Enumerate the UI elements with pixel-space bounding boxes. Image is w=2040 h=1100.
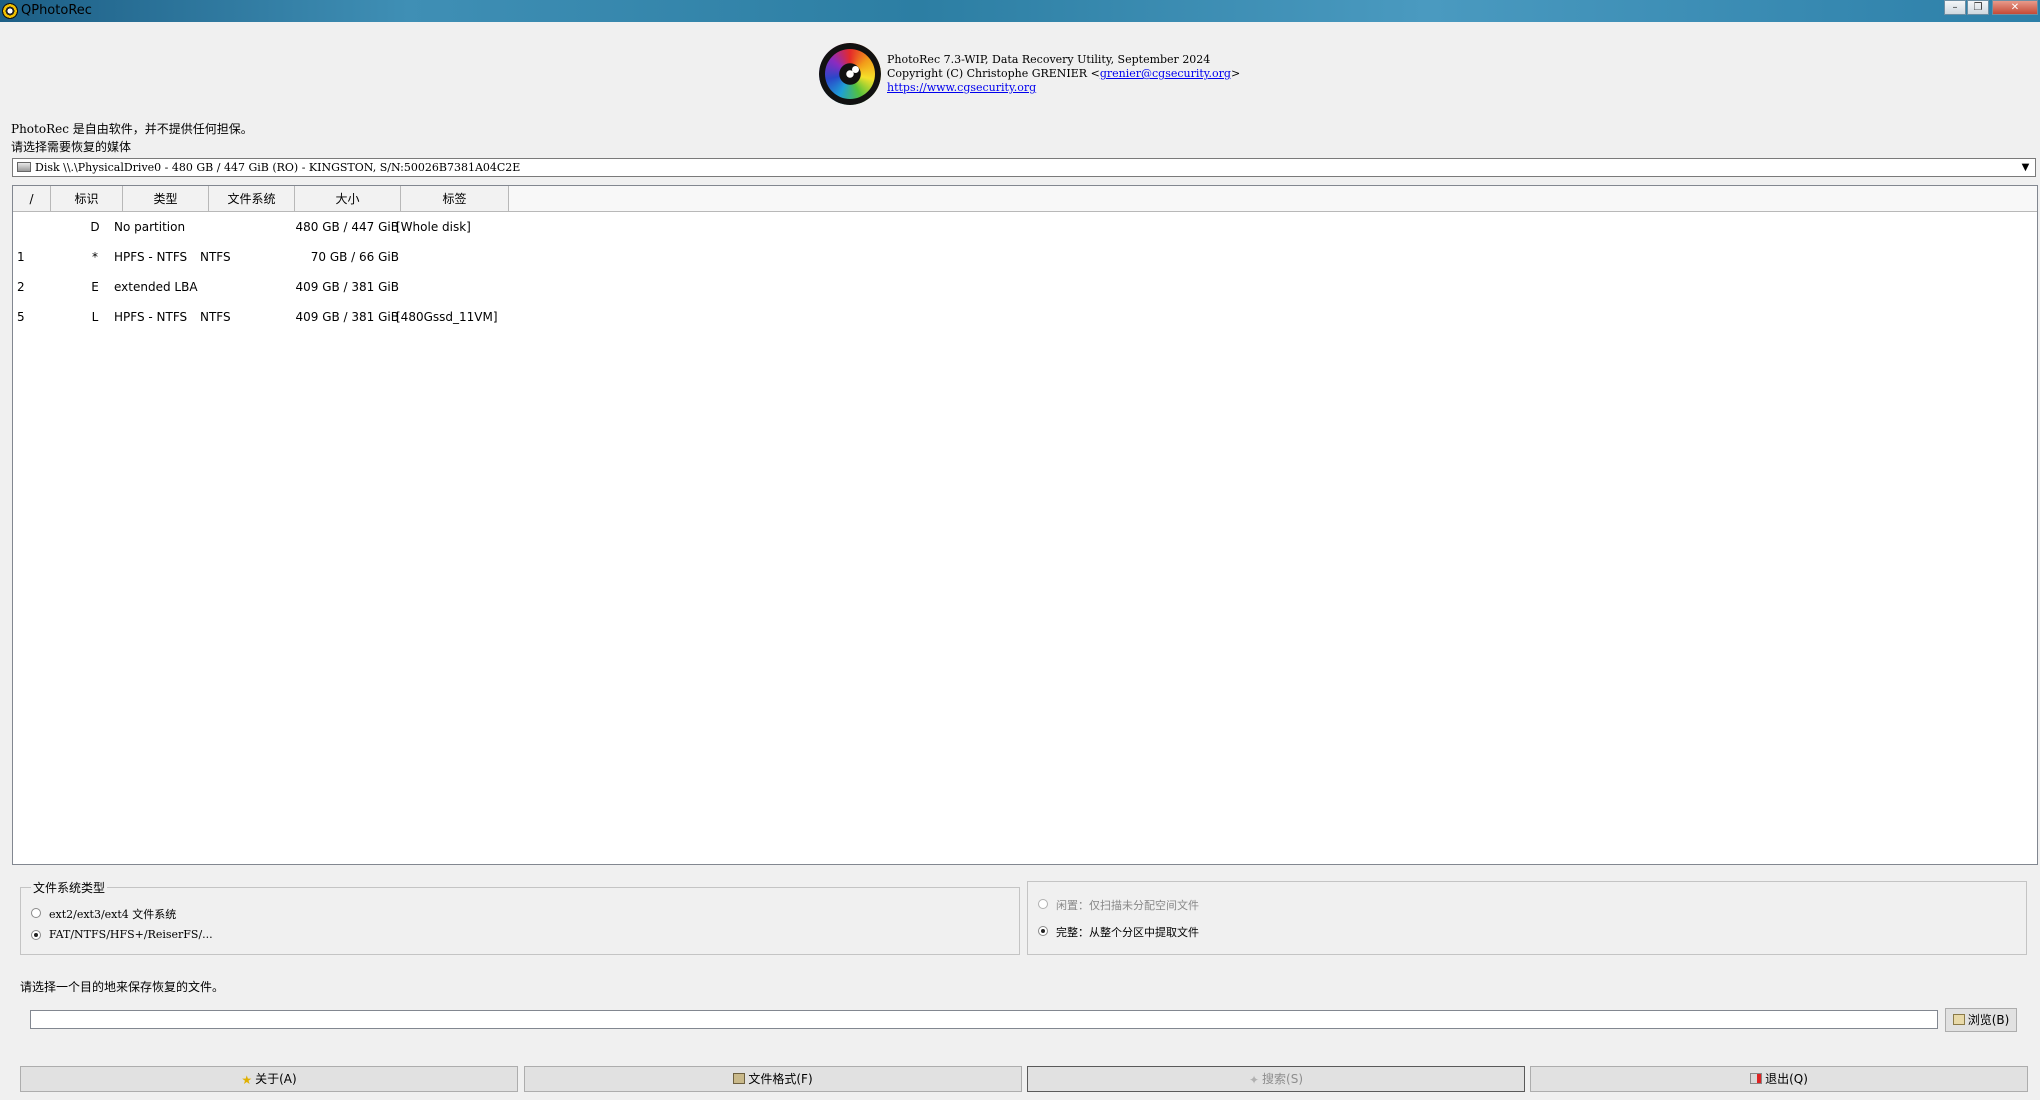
logo-highlight bbox=[852, 66, 859, 73]
table-row[interactable]: 2 E extended LBA 409 GB / 381 GiB bbox=[13, 276, 2037, 298]
about-button[interactable]: ★ 关于(A) bbox=[20, 1066, 518, 1092]
radio-free-space[interactable] bbox=[1038, 899, 1048, 909]
copyright-suffix: > bbox=[1230, 67, 1241, 80]
cell-flag: D bbox=[90, 220, 100, 234]
table-row[interactable]: 5 L HPFS - NTFS NTFS 409 GB / 381 GiB [4… bbox=[13, 306, 2037, 328]
column-header-flag[interactable]: 标识 bbox=[51, 186, 123, 212]
radio-ext-filesystem[interactable] bbox=[31, 908, 41, 918]
minimize-button[interactable]: – bbox=[1944, 0, 1966, 15]
exit-icon bbox=[1750, 1073, 1763, 1084]
photorec-logo bbox=[819, 43, 881, 105]
search-button[interactable]: ✦ 搜索(S) bbox=[1027, 1066, 1525, 1092]
cell-size: 480 GB / 447 GiB bbox=[295, 220, 399, 234]
cell-label: [Whole disk] bbox=[396, 220, 471, 234]
search-label: 搜索(S) bbox=[1262, 1072, 1304, 1086]
disk-select-value: Disk \\.\PhysicalDrive0 - 480 GB / 447 G… bbox=[35, 161, 521, 174]
browse-button[interactable]: 浏览(B) bbox=[1945, 1008, 2017, 1032]
radio-fat-ntfs-filesystem-label[interactable]: FAT/NTFS/HFS+/ReiserFS/... bbox=[49, 928, 213, 941]
version-text: PhotoRec 7.3-WIP, Data Recovery Utility,… bbox=[887, 53, 1211, 66]
column-header-size[interactable]: 大小 bbox=[295, 186, 401, 212]
cell-type: HPFS - NTFS bbox=[114, 250, 188, 264]
browse-label: 浏览(B) bbox=[1967, 1013, 2010, 1027]
cell-flag: * bbox=[92, 250, 98, 264]
copyright-prefix: Copyright (C) Christophe GRENIER < bbox=[887, 67, 1100, 80]
radio-whole-partition[interactable] bbox=[1038, 926, 1048, 936]
cell-size: 70 GB / 66 GiB bbox=[310, 250, 399, 264]
radio-ext-filesystem-label[interactable]: ext2/ext3/ext4 文件系统 bbox=[49, 906, 176, 922]
cell-flag: E bbox=[91, 280, 99, 294]
filesystem-type-group: 文件系统类型 ext2/ext3/ext4 文件系统 FAT/NTFS/HFS+… bbox=[20, 879, 1020, 955]
website-text: https://www.cgsecurity.org bbox=[887, 81, 1036, 94]
scan-mode-group: 闲置：仅扫描未分配空间文件 完整：从整个分区中提取文件 bbox=[1027, 881, 2027, 955]
email-link[interactable]: grenier@cgsecurity.org bbox=[1100, 67, 1231, 80]
cell-size: 409 GB / 381 GiB bbox=[295, 310, 399, 324]
file-formats-button[interactable]: 文件格式(F) bbox=[524, 1066, 1022, 1092]
table-row[interactable]: D No partition 480 GB / 447 GiB [Whole d… bbox=[13, 216, 2037, 238]
chevron-down-icon[interactable]: ▼ bbox=[2017, 160, 2034, 175]
cell-filesystem: NTFS bbox=[200, 310, 231, 324]
cell-number: 2 bbox=[17, 280, 25, 294]
cell-number: 1 bbox=[17, 250, 25, 264]
column-header-filesystem[interactable]: 文件系统 bbox=[209, 186, 295, 212]
file-formats-label: 文件格式(F) bbox=[748, 1072, 813, 1086]
column-header-type[interactable]: 类型 bbox=[123, 186, 209, 212]
folder-icon bbox=[1952, 1014, 1965, 1025]
partition-table: / 标识 类型 文件系统 大小 标签 D No partition 480 GB… bbox=[12, 185, 2038, 865]
destination-input[interactable] bbox=[30, 1010, 1938, 1029]
cell-filesystem: NTFS bbox=[200, 250, 231, 264]
column-header-label[interactable]: 标签 bbox=[401, 186, 509, 212]
about-label: 关于(A) bbox=[255, 1072, 297, 1086]
free-software-notice: PhotoRec 是自由软件，并不提供任何担保。 bbox=[11, 122, 253, 136]
cell-type: extended LBA bbox=[114, 280, 198, 294]
quit-button[interactable]: 退出(Q) bbox=[1530, 1066, 2028, 1092]
cell-number: 5 bbox=[17, 310, 25, 324]
window-title: QPhotoRec bbox=[21, 3, 92, 18]
app-icon bbox=[2, 3, 18, 19]
cell-label: [480Gssd_11VM] bbox=[396, 310, 498, 324]
filesystem-type-title: 文件系统类型 bbox=[31, 879, 108, 896]
cell-type: HPFS - NTFS bbox=[114, 310, 188, 324]
formats-icon bbox=[733, 1073, 746, 1084]
disk-icon bbox=[17, 162, 31, 172]
radio-fat-ntfs-filesystem[interactable] bbox=[31, 930, 41, 940]
cell-size: 409 GB / 381 GiB bbox=[295, 280, 399, 294]
quit-label: 退出(Q) bbox=[1765, 1072, 1808, 1086]
column-header-filler bbox=[509, 186, 2037, 212]
search-icon: ✦ bbox=[1248, 1073, 1260, 1087]
disk-select[interactable]: Disk \\.\PhysicalDrive0 - 480 GB / 447 G… bbox=[12, 158, 2036, 177]
column-header-number[interactable]: / bbox=[13, 186, 51, 212]
star-icon: ★ bbox=[241, 1073, 253, 1087]
table-row[interactable]: 1 * HPFS - NTFS NTFS 70 GB / 66 GiB bbox=[13, 246, 2037, 268]
cell-flag: L bbox=[91, 310, 99, 324]
destination-prompt: 请选择一个目的地来保存恢复的文件。 bbox=[20, 980, 225, 994]
close-button[interactable]: ✕ bbox=[1992, 0, 2038, 15]
radio-whole-partition-label[interactable]: 完整：从整个分区中提取文件 bbox=[1056, 924, 1199, 940]
copyright-text: Copyright (C) Christophe GRENIER <grenie… bbox=[887, 67, 1240, 80]
title-bar bbox=[0, 0, 2040, 22]
radio-free-space-label[interactable]: 闲置：仅扫描未分配空间文件 bbox=[1056, 897, 1199, 913]
website-link[interactable]: https://www.cgsecurity.org bbox=[887, 81, 1036, 94]
maximize-button[interactable]: ❐ bbox=[1967, 0, 1989, 15]
cell-type: No partition bbox=[114, 220, 186, 234]
select-media-label: 请选择需要恢复的媒体 bbox=[11, 140, 132, 154]
